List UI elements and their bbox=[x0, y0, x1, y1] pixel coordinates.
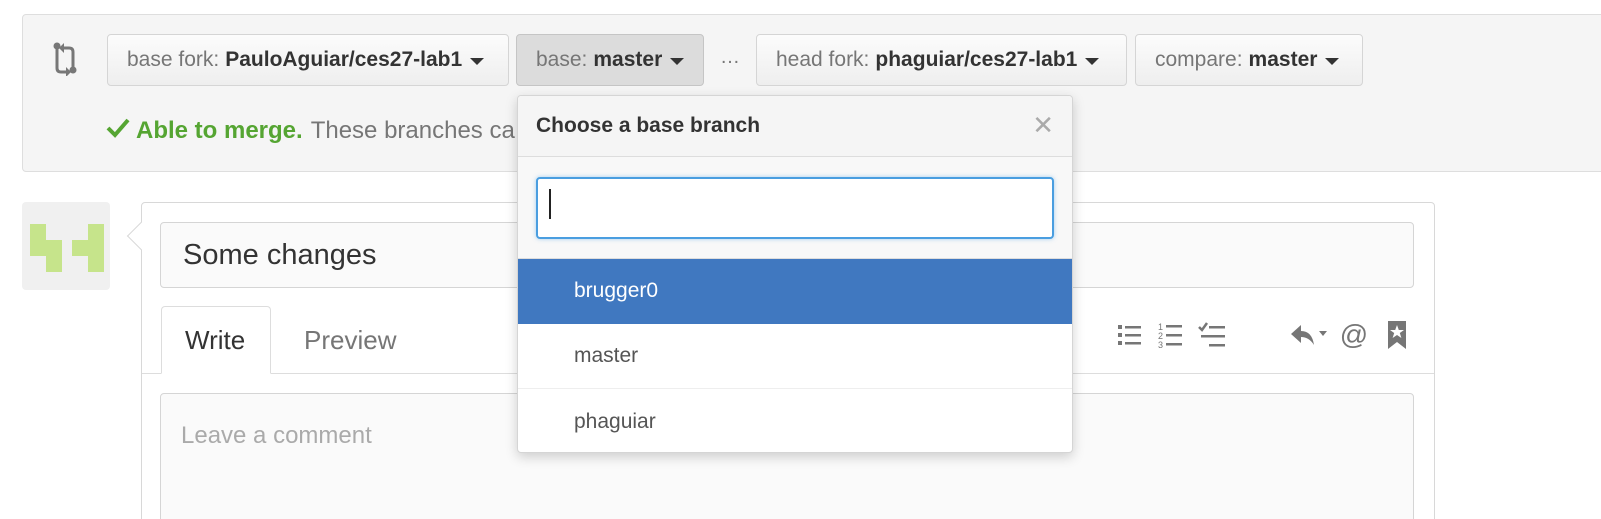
compare-branch-label: compare: bbox=[1155, 48, 1243, 71]
base-fork-button[interactable]: base fork: PauloAguiar/ces27-lab1 bbox=[107, 34, 509, 86]
base-fork-value: PauloAguiar/ces27-lab1 bbox=[225, 48, 463, 71]
ordered-list-icon[interactable]: 1 2 3 bbox=[1154, 318, 1188, 352]
caret-down-icon bbox=[1085, 57, 1100, 65]
base-branch-dropdown: Choose a base branch ✕ brugger0 master p… bbox=[517, 95, 1073, 453]
head-fork-value: phaguiar/ces27-lab1 bbox=[875, 48, 1078, 71]
caret-down-icon bbox=[1325, 57, 1340, 65]
merge-status: Able to merge. These branches ca bbox=[106, 116, 515, 145]
base-branch-button[interactable]: base: master bbox=[516, 34, 704, 86]
head-fork-button[interactable]: head fork: phaguiar/ces27-lab1 bbox=[756, 34, 1127, 86]
caret-down-icon bbox=[670, 57, 685, 65]
dropdown-title: Choose a base branch bbox=[536, 114, 761, 137]
tab-write[interactable]: Write bbox=[161, 306, 271, 374]
base-fork-label: base fork: bbox=[127, 48, 220, 71]
caret-down-icon bbox=[470, 57, 485, 65]
comment-placeholder: Leave a comment bbox=[181, 422, 372, 449]
text-cursor bbox=[549, 189, 551, 219]
branch-item-master[interactable]: master bbox=[518, 324, 1072, 389]
svg-text:3: 3 bbox=[1158, 340, 1163, 349]
unordered-list-icon[interactable] bbox=[1113, 318, 1147, 352]
reply-icon[interactable] bbox=[1288, 318, 1334, 352]
branch-filter-input[interactable] bbox=[536, 177, 1054, 239]
compare-arrows-icon bbox=[50, 40, 80, 77]
base-branch-value: master bbox=[593, 48, 663, 71]
filter-wrapper bbox=[518, 157, 1072, 259]
branch-item-brugger0[interactable]: brugger0 bbox=[518, 259, 1072, 324]
merge-message: These branches ca bbox=[310, 116, 515, 144]
avatar[interactable] bbox=[22, 202, 110, 290]
branch-item-phaguiar[interactable]: phaguiar bbox=[518, 389, 1072, 452]
mention-icon[interactable]: @ bbox=[1337, 318, 1371, 352]
range-separator: … bbox=[720, 46, 740, 68]
reference-icon[interactable] bbox=[1380, 318, 1414, 352]
close-icon[interactable]: ✕ bbox=[1032, 112, 1054, 138]
head-fork-label: head fork: bbox=[776, 48, 870, 71]
tab-preview[interactable]: Preview bbox=[281, 306, 419, 374]
compare-branch-value: master bbox=[1248, 48, 1318, 71]
task-list-icon[interactable] bbox=[1195, 318, 1229, 352]
check-icon bbox=[106, 116, 130, 145]
base-branch-label: base: bbox=[536, 48, 588, 71]
compare-branch-button[interactable]: compare: master bbox=[1135, 34, 1363, 86]
merge-ok-label: Able to merge. bbox=[136, 116, 303, 144]
dropdown-header: Choose a base branch ✕ bbox=[518, 96, 1072, 157]
